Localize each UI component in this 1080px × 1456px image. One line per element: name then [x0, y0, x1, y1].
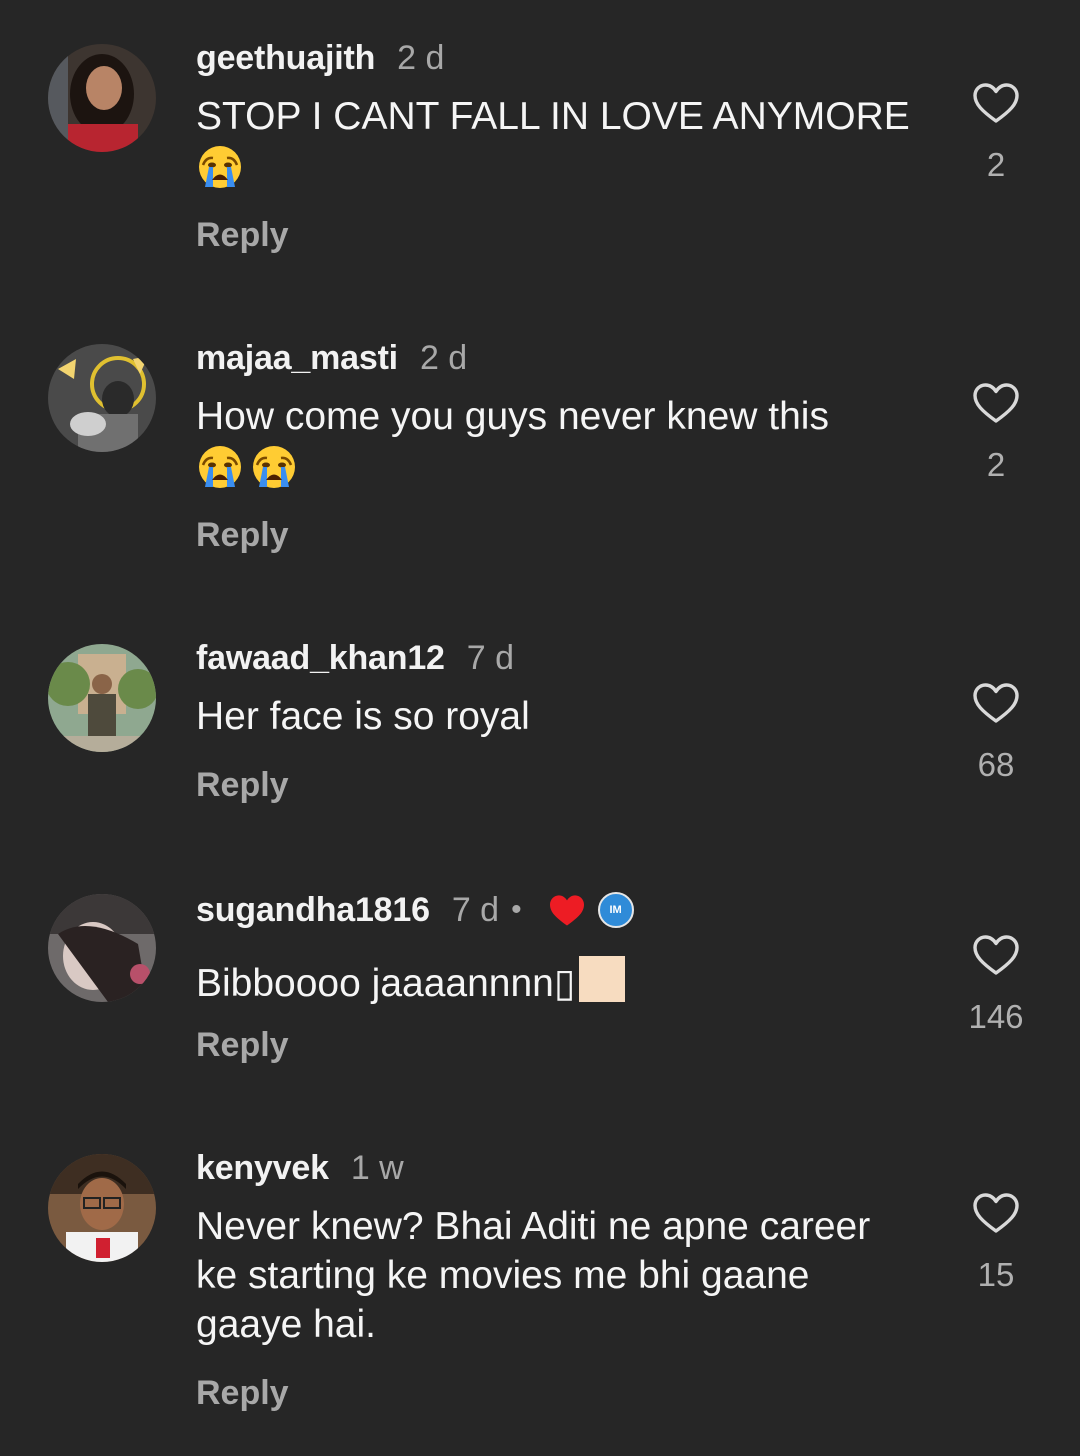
comment-text: Bibboooo jaaaannnn▯	[196, 956, 926, 1008]
username[interactable]: fawaad_khan12	[196, 639, 445, 678]
like-control: 68	[946, 680, 1046, 784]
comment-text: Her face is so royal	[196, 692, 926, 741]
reply-button[interactable]: Reply	[196, 1026, 289, 1065]
heart-outline-icon[interactable]	[971, 680, 1021, 728]
like-control: 146	[946, 932, 1046, 1036]
like-count: 2	[986, 446, 1006, 483]
avatar[interactable]	[48, 344, 156, 452]
username[interactable]: kenyvek	[196, 1149, 329, 1188]
creator-liked-heart-icon	[548, 893, 586, 927]
avatar[interactable]	[48, 894, 156, 1002]
comment-body: How come you guys never knew this	[196, 395, 829, 438]
emoji-row	[196, 143, 926, 191]
comment-body: Bibboooo jaaaannnn▯	[196, 962, 576, 1005]
creator-avatar-badge: IM	[597, 892, 634, 928]
like-count: 15	[977, 1256, 1015, 1293]
comment-body: Her face is so royal	[196, 695, 530, 738]
avatar[interactable]	[48, 644, 156, 752]
emoji-row	[196, 443, 926, 491]
comment-time: 7 d	[451, 890, 500, 929]
reply-button[interactable]: Reply	[196, 216, 289, 255]
like-count: 146	[968, 998, 1024, 1035]
username[interactable]: majaa_masti	[196, 339, 398, 378]
comment-text: STOP I CANT FALL IN LOVE ANYMORE	[196, 92, 926, 191]
comment-text: Never knew? Bhai Aditi ne apne career ke…	[196, 1202, 916, 1349]
reply-button[interactable]: Reply	[196, 1374, 289, 1413]
like-control: 2	[946, 380, 1046, 484]
heart-outline-icon[interactable]	[971, 932, 1021, 980]
like-count: 2	[986, 146, 1006, 183]
comment-body: STOP I CANT FALL IN LOVE ANYMORE	[196, 95, 910, 138]
heart-outline-icon[interactable]	[971, 380, 1021, 428]
separator-dot: •	[511, 893, 522, 926]
like-control: 2	[946, 80, 1046, 184]
comment-time: 7 d	[466, 638, 515, 677]
comment-text: How come you guys never knew this	[196, 392, 926, 491]
crying-face-emoji-icon	[250, 443, 298, 491]
heart-outline-icon[interactable]	[971, 1190, 1021, 1238]
avatar[interactable]	[48, 44, 156, 152]
unrendered-emoji-box	[579, 956, 626, 1002]
comment-header: kenyvek 1 w	[196, 1146, 404, 1190]
comment-header: majaa_masti 2 d	[196, 336, 467, 380]
reply-button[interactable]: Reply	[196, 516, 289, 555]
avatar[interactable]	[48, 1154, 156, 1262]
crying-face-emoji-icon	[196, 443, 244, 491]
comment-header: geethuajith 2 d	[196, 36, 444, 80]
comment-time: 2 d	[397, 38, 445, 77]
comment-time: 1 w	[350, 1148, 404, 1187]
comment-body: Never knew? Bhai Aditi ne apne career ke…	[196, 1205, 871, 1346]
like-count: 68	[977, 746, 1015, 783]
heart-outline-icon[interactable]	[971, 80, 1021, 128]
username[interactable]: geethuajith	[196, 39, 375, 78]
comment-header: sugandha1816 7 d • IM	[196, 888, 634, 932]
comment-time: 2 d	[419, 338, 468, 377]
comment-header: fawaad_khan12 7 d	[196, 636, 514, 680]
username[interactable]: sugandha1816	[196, 891, 430, 930]
reply-button[interactable]: Reply	[196, 766, 289, 805]
like-control: 15	[946, 1190, 1046, 1294]
crying-face-emoji-icon	[196, 143, 244, 191]
